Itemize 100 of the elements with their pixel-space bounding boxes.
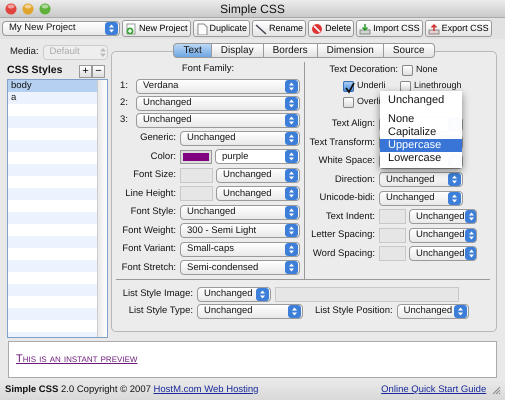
- up-down-arrows-icon: [285, 132, 298, 145]
- field-label: Generic:: [139, 131, 177, 146]
- field-label: White Space:: [318, 154, 376, 168]
- tab[interactable]: Dimension: [318, 43, 384, 58]
- toolbar-button[interactable]: Rename: [252, 20, 306, 37]
- quick-start-link[interactable]: Online Quick Start Guide: [381, 382, 486, 398]
- toolbar-button[interactable]: Export CSS: [424, 20, 492, 37]
- size-field[interactable]: [379, 246, 406, 262]
- up-down-arrows-icon: [285, 242, 298, 256]
- size-field[interactable]: [379, 209, 406, 224]
- field-label: Line Height:: [124, 186, 177, 201]
- up-down-arrows-icon: [105, 22, 118, 35]
- field-label: 2:: [119, 96, 129, 110]
- dropdown[interactable]: Unchanged: [409, 246, 477, 262]
- checkbox[interactable]: [343, 80, 354, 92]
- size-field[interactable]: [379, 228, 406, 243]
- checkbox[interactable]: [402, 64, 413, 76]
- checkbox-label: Underli: [357, 79, 386, 92]
- up-down-arrows-icon: [448, 173, 461, 186]
- tab[interactable]: Display: [212, 43, 264, 58]
- tray-up-arrow-icon: [428, 22, 440, 34]
- up-down-arrows-icon: [99, 47, 107, 58]
- up-down-arrows-icon: [285, 150, 298, 164]
- dropdown[interactable]: 300 - Semi Light: [180, 223, 300, 238]
- dropdown[interactable]: Unchanged: [197, 287, 271, 302]
- up-down-arrows-icon: [464, 228, 476, 242]
- up-down-arrows-icon: [285, 168, 298, 182]
- dropdown[interactable]: Unchanged: [197, 304, 303, 319]
- dropdown[interactable]: Small-caps: [180, 242, 300, 257]
- field-label: List Style Position:: [315, 304, 394, 318]
- menu-item[interactable]: Capitalize: [380, 126, 462, 139]
- toolbar-button[interactable]: New Project: [122, 20, 191, 37]
- dropdown[interactable]: Unchanged: [409, 209, 477, 224]
- up-down-arrows-icon: [464, 210, 476, 224]
- color-dropdown[interactable]: purple: [215, 149, 300, 164]
- tab[interactable]: Source: [384, 43, 435, 58]
- up-down-arrows-icon: [448, 192, 461, 205]
- dropdown[interactable]: Unchanged: [379, 172, 463, 188]
- field-label: 3:: [119, 113, 129, 128]
- field-label: List Style Type:: [128, 304, 194, 318]
- up-down-arrows-icon: [256, 288, 269, 301]
- tab[interactable]: Borders: [264, 43, 318, 58]
- copyright-text: Simple CSS 2.0 Copyright © 2007 HostM.com Web Hosting: [5, 382, 258, 397]
- document-plus-icon: [125, 22, 137, 34]
- up-down-arrows-icon: [285, 187, 298, 200]
- hosting-link[interactable]: HostM.com Web Hosting: [154, 384, 258, 395]
- style-item[interactable]: a: [8, 92, 97, 104]
- up-down-arrows-icon: [285, 261, 298, 274]
- prohibited-icon: [311, 22, 324, 34]
- up-down-arrows-icon: [454, 305, 467, 318]
- menu-item[interactable]: Uppercase: [380, 139, 462, 152]
- field-label: Letter Spacing:: [310, 228, 376, 242]
- add-button[interactable]: +: [79, 64, 92, 78]
- field-label: Color:: [150, 150, 177, 164]
- font-family-heading: Font Family:: [180, 62, 236, 74]
- window-control-icon: [5, 3, 17, 15]
- font-dropdown[interactable]: Unchanged: [136, 96, 300, 111]
- up-down-arrows-icon: [285, 114, 298, 127]
- field-label: Text Transform:: [308, 136, 376, 150]
- dropdown[interactable]: Unchanged: [180, 204, 300, 220]
- up-down-arrows-icon: [285, 224, 298, 238]
- toolbar-button[interactable]: Import CSS: [356, 20, 423, 37]
- media-label: Media:: [10, 45, 39, 60]
- toolbar-button[interactable]: Duplicate: [192, 20, 250, 37]
- tab[interactable]: Text: [173, 43, 212, 58]
- window-title: Simple CSS: [219, 1, 286, 18]
- field-label: Text Align:: [330, 117, 376, 132]
- checkbox-label: Linethrough: [414, 79, 462, 92]
- size-field[interactable]: [180, 186, 213, 202]
- checkbox[interactable]: [400, 80, 411, 92]
- up-down-arrows-icon: [285, 80, 298, 93]
- window-control-icon: [22, 3, 34, 15]
- font-dropdown[interactable]: Unchanged: [136, 113, 300, 128]
- up-down-arrows-icon: [285, 97, 298, 110]
- style-item[interactable]: body: [8, 80, 97, 92]
- size-field[interactable]: [180, 168, 213, 183]
- project-dropdown[interactable]: My New Project: [2, 21, 120, 36]
- checkmark-icon: [344, 82, 355, 94]
- field-label: 1:: [119, 79, 129, 94]
- dropdown[interactable]: Unchanged: [180, 130, 300, 146]
- dropdown[interactable]: Unchanged: [409, 228, 477, 243]
- resize-grip-icon: [491, 385, 501, 395]
- toolbar-button[interactable]: Delete: [308, 20, 354, 37]
- field-label: Text Decoration:: [328, 62, 399, 77]
- menu-item[interactable]: Lowercase: [380, 152, 462, 165]
- dropdown[interactable]: Unchanged: [216, 168, 300, 183]
- menu-item[interactable]: None: [380, 113, 462, 126]
- dropdown[interactable]: Unchanged: [216, 186, 300, 202]
- checkbox[interactable]: [343, 96, 354, 108]
- dropdown[interactable]: Unchanged: [379, 190, 463, 206]
- field-label: Font Size:: [132, 168, 177, 182]
- image-url-field[interactable]: [275, 287, 459, 302]
- field-label: Word Spacing:: [312, 246, 376, 261]
- dropdown[interactable]: Semi-condensed: [180, 260, 300, 276]
- scrollbar[interactable]: [97, 80, 107, 337]
- color-swatch[interactable]: [180, 150, 212, 164]
- font-dropdown[interactable]: Verdana: [136, 79, 300, 94]
- field-label: Font Stretch:: [120, 260, 177, 275]
- dropdown[interactable]: Unchanged: [396, 304, 469, 319]
- remove-button[interactable]: −: [92, 64, 105, 78]
